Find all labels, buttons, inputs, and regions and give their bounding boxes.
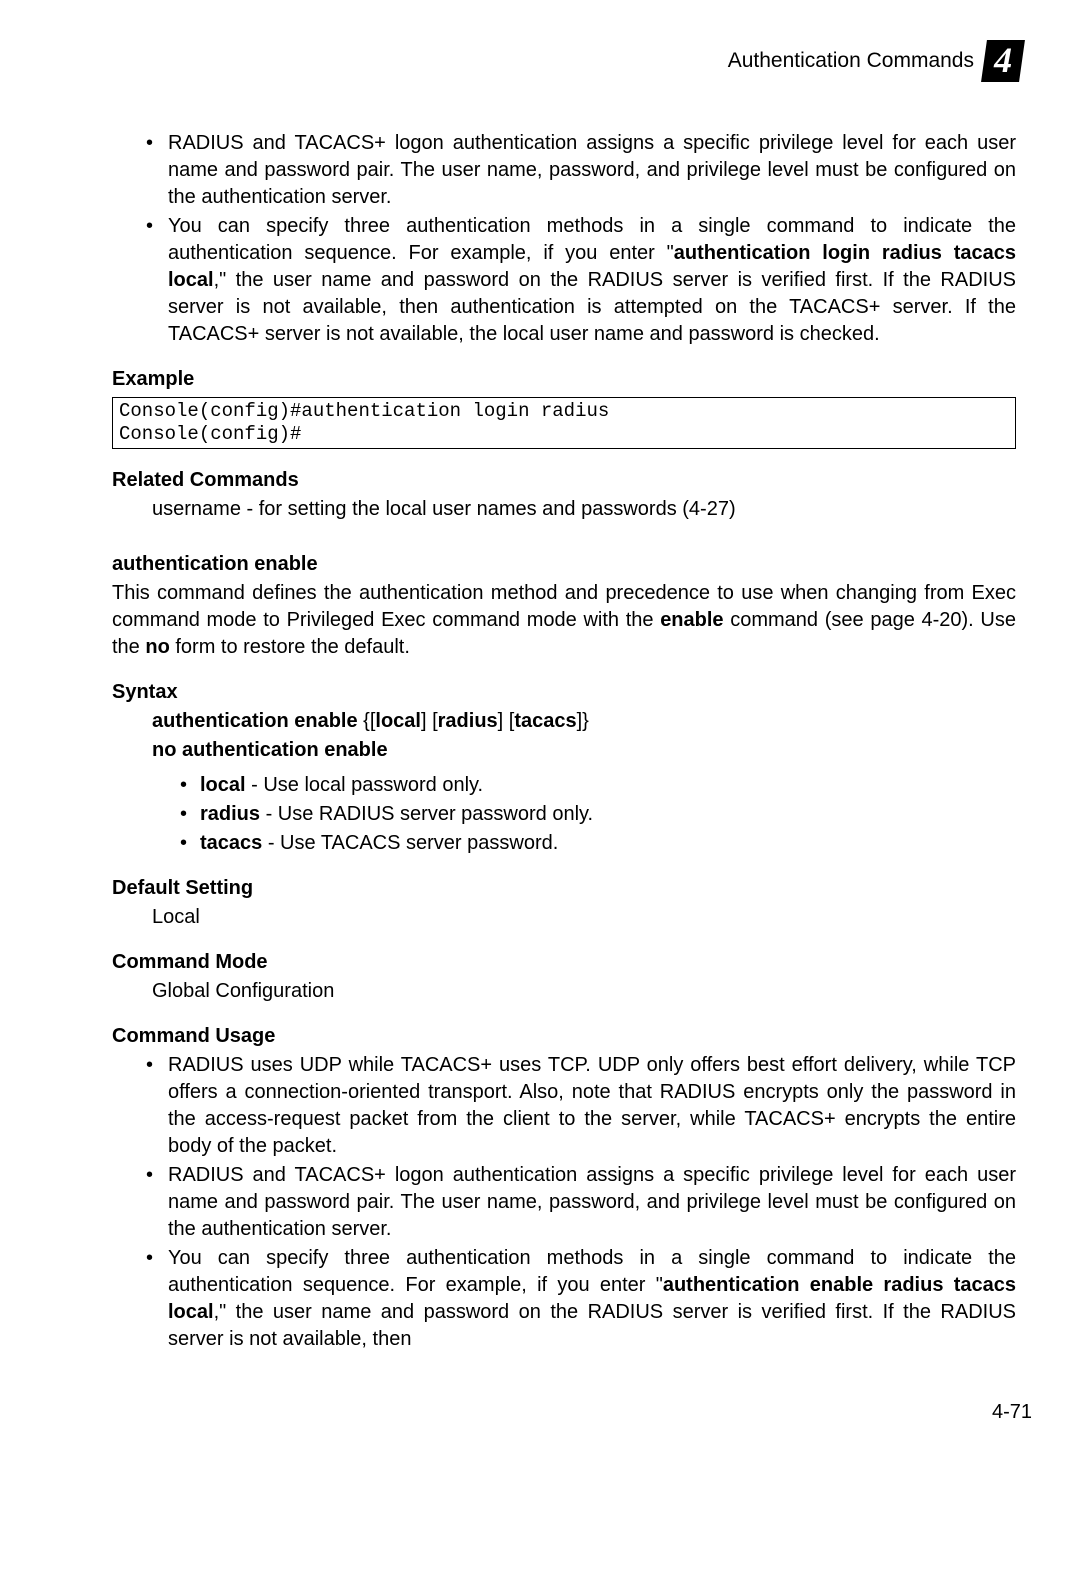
default-heading: Default Setting: [112, 875, 1016, 902]
usage-bullets: RADIUS uses UDP while TACACS+ uses TCP. …: [112, 1052, 1016, 1353]
bullet-item: RADIUS and TACACS+ logon authentication …: [168, 130, 1016, 211]
bullet-text-post: ," the user name and password on the RAD…: [168, 1301, 1016, 1350]
syntax-body: authentication enable {[local] [radius] …: [112, 708, 1016, 764]
option-item: radius - Use RADIUS server password only…: [200, 801, 1016, 828]
s-b3: radius: [438, 710, 498, 732]
code-example: Console(config)#authentication login rad…: [112, 397, 1016, 449]
opt-b: radius: [200, 803, 260, 825]
s-b2: local: [375, 710, 421, 732]
bullet-text-post: ," the user name and password on the RAD…: [168, 269, 1016, 345]
header-title: Authentication Commands: [728, 47, 974, 75]
related-line: username - for setting the local user na…: [112, 496, 1016, 523]
s-t4: ]}: [577, 710, 589, 732]
s-l2: no authentication enable: [152, 739, 388, 761]
bullet-text: RADIUS uses UDP while TACACS+ uses TCP. …: [168, 1054, 1016, 1157]
auth-enable-desc: This command defines the authentication …: [112, 580, 1016, 661]
s-t2: ] [: [421, 710, 438, 732]
opt-t: - Use TACACS server password.: [262, 832, 558, 854]
syntax-options: local - Use local password only. radius …: [112, 772, 1016, 857]
option-item: tacacs - Use TACACS server password.: [200, 830, 1016, 857]
syntax-line1: authentication enable {[local] [radius] …: [152, 708, 1016, 735]
syntax-line2: no authentication enable: [152, 737, 1016, 764]
desc-post: form to restore the default.: [170, 636, 410, 658]
s-t1: {[: [358, 710, 376, 732]
s-b1: authentication enable: [152, 710, 358, 732]
example-heading: Example: [112, 366, 1016, 393]
page-content: RADIUS and TACACS+ logon authentication …: [112, 130, 1016, 1353]
bullet-item: You can specify three authentication met…: [168, 213, 1016, 348]
chapter-number: 4: [994, 42, 1012, 78]
commandmode-heading: Command Mode: [112, 949, 1016, 976]
bullet-item: RADIUS uses UDP while TACACS+ uses TCP. …: [168, 1052, 1016, 1160]
commandusage-heading: Command Usage: [112, 1023, 1016, 1050]
page-header: Authentication Commands 4: [48, 40, 1032, 82]
opt-b: tacacs: [200, 832, 262, 854]
default-value: Local: [112, 904, 1016, 931]
syntax-heading: Syntax: [112, 679, 1016, 706]
related-heading: Related Commands: [112, 467, 1016, 494]
desc-b1: enable: [660, 609, 723, 631]
intro-bullets: RADIUS and TACACS+ logon authentication …: [112, 130, 1016, 348]
commandmode-value: Global Configuration: [112, 978, 1016, 1005]
opt-b: local: [200, 774, 246, 796]
s-b4: tacacs: [514, 710, 576, 732]
option-item: local - Use local password only.: [200, 772, 1016, 799]
opt-t: - Use RADIUS server password only.: [260, 803, 593, 825]
page-number: 4-71: [48, 1399, 1032, 1426]
s-t3: ] [: [498, 710, 515, 732]
desc-b2: no: [145, 636, 169, 658]
bullet-text: RADIUS and TACACS+ logon authentication …: [168, 132, 1016, 208]
bullet-item: RADIUS and TACACS+ logon authentication …: [168, 1162, 1016, 1243]
bullet-item: You can specify three authentication met…: [168, 1245, 1016, 1353]
bullet-text: RADIUS and TACACS+ logon authentication …: [168, 1164, 1016, 1240]
opt-t: - Use local password only.: [246, 774, 484, 796]
auth-enable-heading: authentication enable: [112, 551, 1016, 578]
chapter-badge: 4: [981, 40, 1025, 82]
